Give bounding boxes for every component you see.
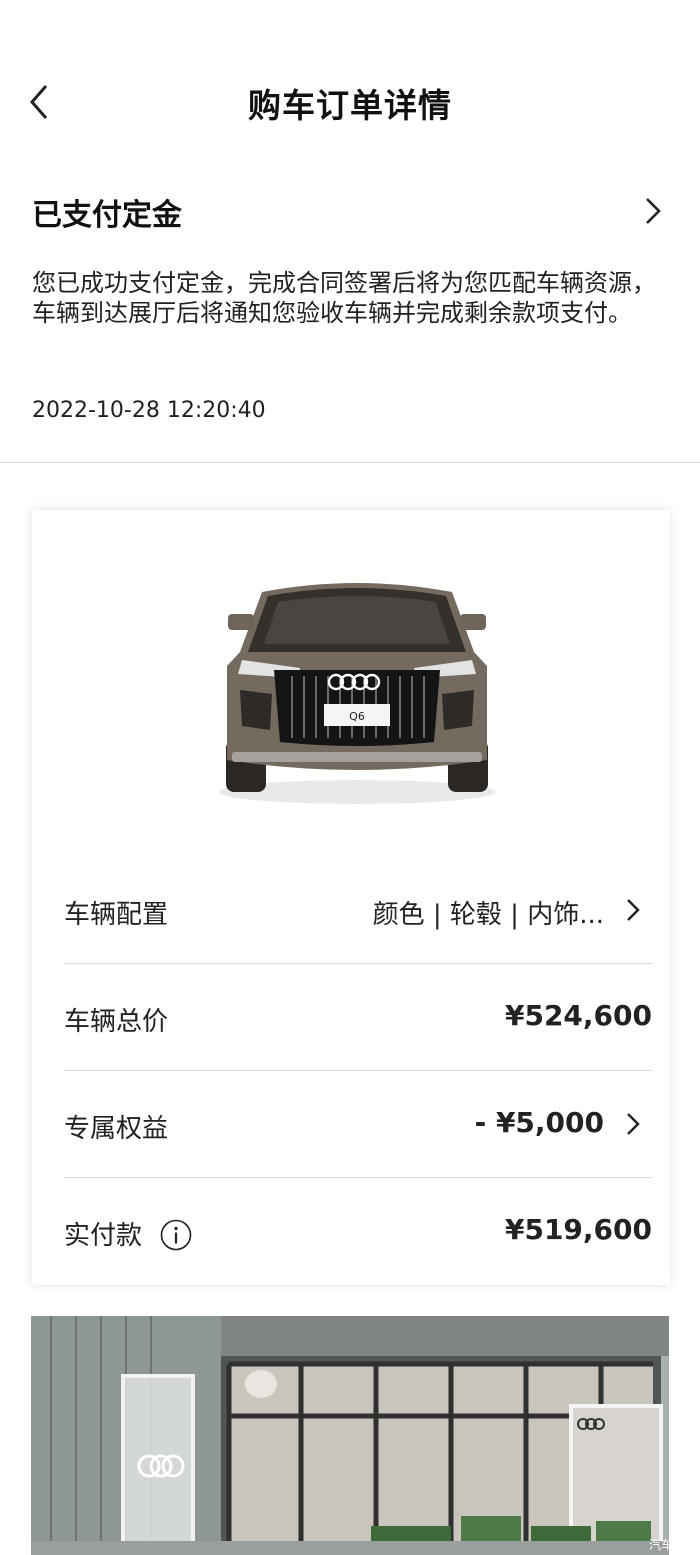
info-icon[interactable] <box>160 1219 192 1251</box>
page-title: 购车订单详情 <box>248 86 452 125</box>
row-divider <box>64 963 652 964</box>
license-plate-text: Q6 <box>349 710 365 723</box>
vehicle-total-value: ¥524,600 <box>504 999 652 1032</box>
showroom-image: 汽车 <box>31 1316 669 1555</box>
vehicle-total-row: 车辆总价 ¥524,600 <box>64 965 652 1071</box>
vehicle-config-value: 颜色 | 轮毂 | 内饰... <box>372 900 604 930</box>
exclusive-benefit-label: 专属权益 <box>64 1114 169 1144</box>
vehicle-total-label: 车辆总价 <box>64 1007 169 1037</box>
row-divider <box>64 1070 652 1071</box>
order-timestamp: 2022-10-28 12:20:40 <box>32 398 266 423</box>
actual-payment-value: ¥519,600 <box>504 1213 652 1246</box>
chevron-right-icon <box>627 1113 640 1135</box>
car-image: Q6 <box>219 583 495 804</box>
order-status-description: 您已成功支付定金，完成合同签署后将为您匹配车辆资源，车辆到达展厅后将通知您验收车… <box>32 269 656 327</box>
chevron-right-icon <box>646 198 661 224</box>
actual-payment-row: 实付款 ¥519,600 <box>64 1179 652 1285</box>
actual-payment-label: 实付款 <box>64 1221 143 1251</box>
top-bar: 购车订单详情 <box>0 50 700 150</box>
order-status-title: 已支付定金 <box>32 198 182 233</box>
exclusive-benefit-value: - ¥5,000 <box>474 1106 604 1139</box>
chevron-right-icon <box>627 899 640 921</box>
vehicle-config-label: 车辆配置 <box>64 900 169 930</box>
watermark-text: 汽车 <box>649 1537 669 1552</box>
order-status-row[interactable]: 已支付定金 <box>32 188 672 233</box>
row-divider <box>64 1177 652 1178</box>
section-divider <box>0 462 700 463</box>
exclusive-benefit-row[interactable]: 专属权益 - ¥5,000 <box>64 1072 652 1178</box>
vehicle-config-row[interactable]: 车辆配置 颜色 | 轮毂 | 内饰... <box>64 858 652 964</box>
order-card: Q6 车辆配置 颜色 | 轮毂 | 内饰... 车辆总价 ¥524,600 专属… <box>32 510 670 1285</box>
